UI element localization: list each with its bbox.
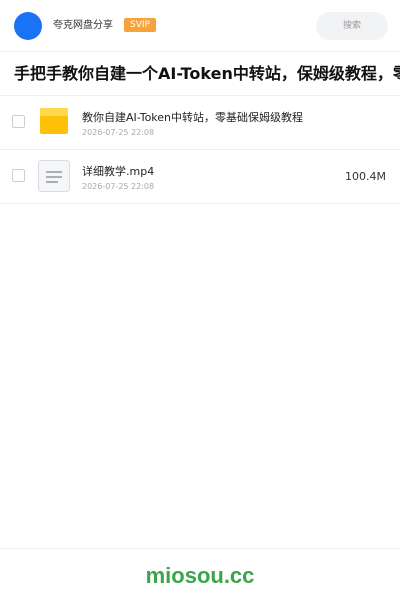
- svip-badge: SVIP: [124, 18, 156, 32]
- file-row-folder[interactable]: 教你自建AI-Token中转站，零基础保姆级教程 2026-07-25 22:0…: [0, 96, 400, 150]
- file-size: 100.4M: [345, 170, 386, 183]
- share-page: 夸克网盘分享 SVIP 搜索 手把手教你自建一个AI-Token中转站，保姆级教…: [0, 0, 400, 600]
- file-date: 2026-07-25 22:08: [82, 128, 155, 137]
- folder-icon: [40, 108, 68, 134]
- file-name: 详细教学.mp4: [82, 165, 155, 178]
- footer: miosou.cc: [0, 548, 400, 600]
- row-checkbox[interactable]: [12, 169, 25, 182]
- search-button[interactable]: 搜索: [316, 12, 388, 40]
- title-bar: 手把手教你自建一个AI-Token中转站，保姆级教程，零基础: [0, 52, 400, 96]
- file-name: 教你自建AI-Token中转站，零基础保姆级教程: [82, 111, 304, 124]
- brand-name: 夸克网盘分享: [53, 20, 113, 31]
- share-title: 手把手教你自建一个AI-Token中转站，保姆级教程，零基础: [14, 64, 400, 83]
- avatar[interactable]: [14, 12, 42, 40]
- file-row-video[interactable]: 详细教学.mp4 2026-07-25 22:08 100.4M: [0, 150, 400, 204]
- footer-brand[interactable]: miosou.cc: [0, 563, 400, 589]
- file-icon: [38, 160, 70, 192]
- header: 夸克网盘分享 SVIP 搜索: [0, 0, 400, 52]
- row-checkbox[interactable]: [12, 115, 25, 128]
- file-date: 2026-07-25 22:08: [82, 182, 155, 191]
